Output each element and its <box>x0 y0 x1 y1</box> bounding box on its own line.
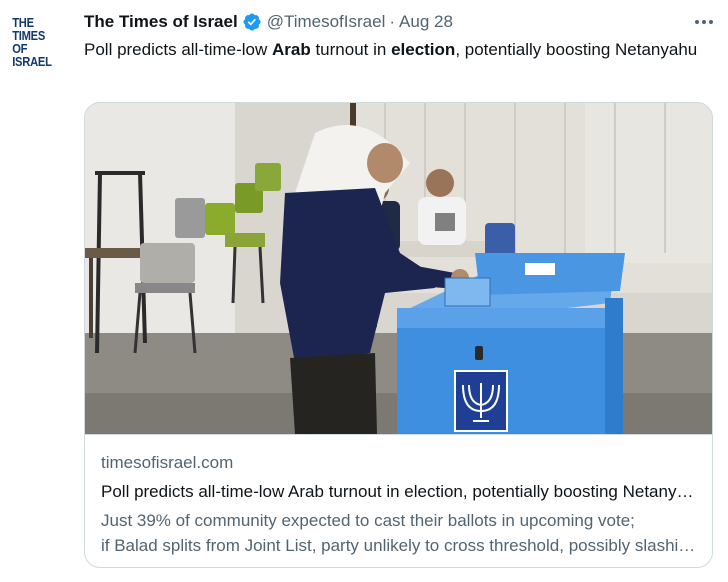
avatar-logo-line1: THE TIMES <box>12 15 46 43</box>
avatar-logo-line2: OF ISRAEL <box>12 41 52 69</box>
link-card[interactable]: timesofisrael.com Poll predicts all-time… <box>84 102 713 568</box>
tweet-text-part: turnout in <box>310 40 392 59</box>
card-description-line1: Just 39% of community expected to cast t… <box>101 511 635 530</box>
card-description: Just 39% of community expected to cast t… <box>101 508 697 558</box>
card-description-line2: if Balad splits from Joint List, party u… <box>101 536 697 555</box>
card-domain: timesofisrael.com <box>101 453 234 472</box>
tweet-header: The Times of Israel @TimesofIsrael · Aug… <box>84 10 453 34</box>
tweet-text: Poll predicts all-time-low Arab turnout … <box>84 37 704 62</box>
tweet-date[interactable]: Aug 28 <box>399 12 453 32</box>
verified-badge-icon <box>243 13 261 31</box>
avatar[interactable]: THE TIMES OF ISRAEL <box>8 16 68 68</box>
separator-dot: · <box>389 12 396 31</box>
card-meta: timesofisrael.com Poll predicts all-time… <box>85 434 712 567</box>
article-image <box>85 103 712 434</box>
more-options-icon <box>695 20 713 24</box>
more-options-button[interactable] <box>690 10 718 34</box>
card-title: Poll predicts all-time-low Arab turnout … <box>101 482 697 501</box>
tweet-text-part: Poll predicts all-time-low <box>84 40 272 59</box>
tweet-text-bold-arab: Arab <box>272 40 311 59</box>
tweet-text-part: , potentially boosting Netanyahu <box>455 40 698 59</box>
tweet-text-bold-election: election <box>391 40 456 59</box>
author-name[interactable]: The Times of Israel <box>84 12 238 32</box>
author-handle[interactable]: @TimesofIsrael <box>267 12 386 32</box>
